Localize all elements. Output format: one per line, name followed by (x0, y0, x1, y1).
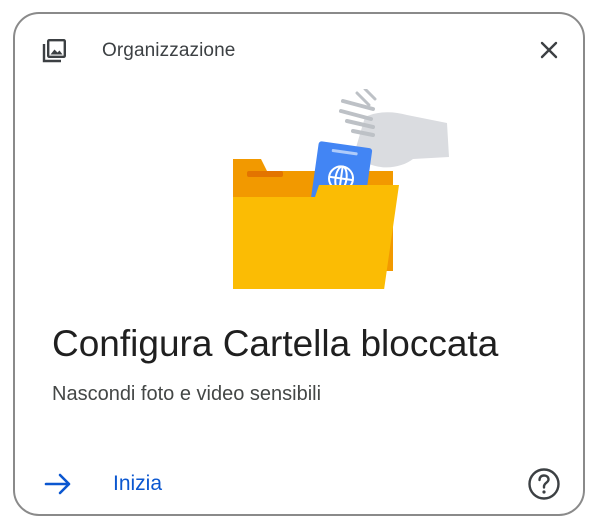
help-icon (528, 468, 560, 500)
help-button[interactable] (527, 467, 561, 501)
photo-library-icon (41, 38, 67, 64)
start-button-label: Inizia (113, 472, 163, 495)
start-button[interactable]: Inizia (43, 466, 162, 502)
page-title: Configura Cartella bloccata (52, 323, 499, 364)
close-icon (540, 41, 558, 59)
locked-folder-illustration (215, 87, 455, 297)
arrow-right-icon (44, 473, 71, 495)
close-button[interactable] (535, 36, 563, 64)
header-title: Organizzazione (102, 40, 236, 61)
setup-card: Organizzazione Configura Cartella blocca… (13, 12, 585, 516)
page-subtitle: Nascondi foto e video sensibili (52, 383, 322, 405)
